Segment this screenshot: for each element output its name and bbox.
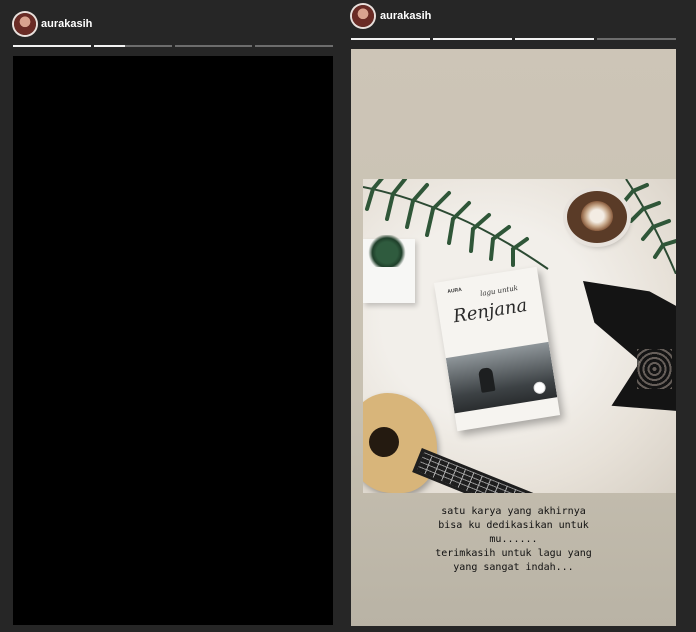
flatlay-photo: AURA lagu untuk Renjana bbox=[363, 179, 676, 493]
fern-leaf-image bbox=[621, 179, 676, 274]
caption-line: yang sangat indah... bbox=[453, 562, 574, 573]
username[interactable]: aurakasih bbox=[380, 9, 431, 23]
story-panel-left[interactable]: aurakasih bbox=[0, 0, 345, 632]
progress-segment bbox=[255, 45, 333, 47]
story-caption: satu karya yang akhirnya bisa ku dedikas… bbox=[351, 505, 676, 575]
avatar[interactable] bbox=[352, 5, 374, 27]
book-title: Renjana bbox=[451, 294, 529, 328]
username[interactable]: aurakasih bbox=[41, 17, 92, 31]
progress-segment bbox=[515, 38, 594, 40]
progress-segment bbox=[174, 45, 253, 47]
scarf-pattern bbox=[637, 349, 672, 389]
avatar[interactable] bbox=[14, 13, 36, 35]
caption-line: bisa ku dedikasikan untuk bbox=[438, 520, 589, 531]
black-scarf-image bbox=[583, 281, 676, 411]
story-media-image[interactable]: AURA lagu untuk Renjana satu karya yang … bbox=[351, 49, 676, 626]
ukulele-neck bbox=[412, 447, 534, 493]
caption-line: satu karya yang akhirnya bbox=[441, 506, 586, 517]
progress-segment bbox=[13, 45, 91, 47]
book-author: AURA bbox=[447, 286, 463, 296]
story-panel-right[interactable]: aurakasih AURA lagu untuk Renjana satu k… bbox=[345, 0, 696, 632]
succulent-pot-image bbox=[363, 235, 415, 303]
progress-segment bbox=[433, 38, 512, 40]
latte-cup-image bbox=[567, 191, 627, 243]
caption-line: mu...... bbox=[489, 534, 538, 545]
caption-line: terimkasih untuk lagu yang bbox=[435, 548, 592, 559]
progress-segment bbox=[93, 45, 172, 47]
story-media-black[interactable] bbox=[13, 56, 333, 625]
story-progress-bar bbox=[13, 45, 333, 47]
progress-segment bbox=[597, 38, 676, 40]
progress-segment bbox=[351, 38, 430, 40]
story-progress-bar bbox=[351, 38, 676, 40]
book-cover-image: AURA lagu untuk Renjana bbox=[433, 266, 561, 432]
